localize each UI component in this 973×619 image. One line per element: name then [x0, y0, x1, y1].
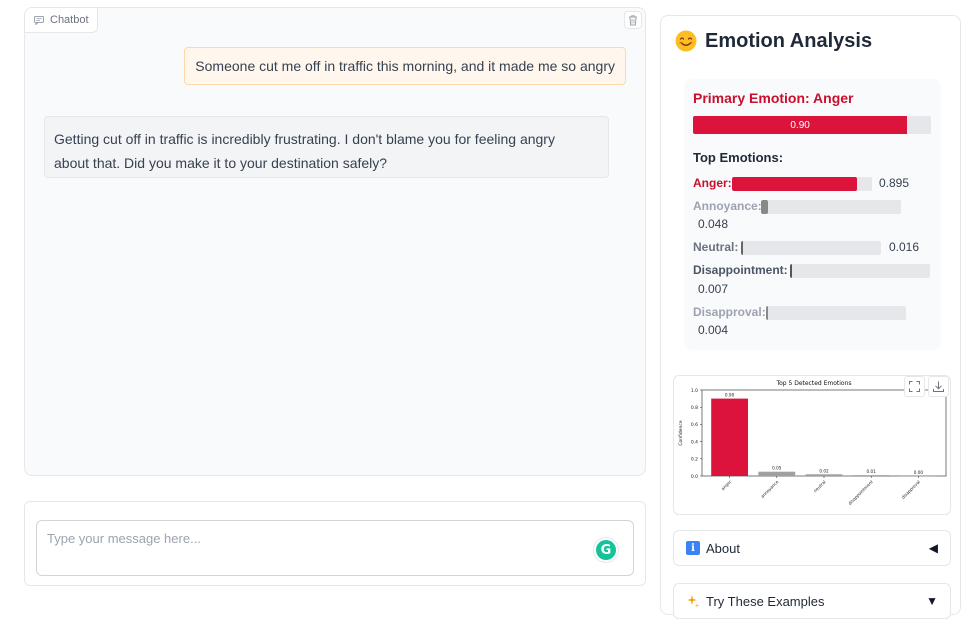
chatbot-label-text: Chatbot [50, 14, 89, 26]
emotion-value: 0.048 [698, 217, 729, 231]
plot-toolbar [904, 376, 949, 397]
about-accordion[interactable]: i About ◀ [673, 530, 951, 566]
x-tick-label: anger [720, 479, 732, 491]
top-emotions-title: Top Emotions: [693, 150, 784, 165]
fullscreen-icon [909, 381, 920, 392]
emotion-bar [732, 177, 872, 191]
collapse-arrow-icon: ◀ [928, 541, 938, 555]
emotion-analysis-title: Emotion Analysis [705, 29, 873, 52]
chart-bar [805, 474, 843, 476]
emotion-summary-card: Primary Emotion: Anger 0.90 Top Emotions… [684, 79, 941, 350]
clear-chat-button[interactable] [624, 11, 642, 29]
bot-message-line-2: about that. Did you make it to your dest… [54, 155, 388, 171]
y-tick-label: 0.6 [691, 422, 698, 428]
x-tick-label: neutral [813, 479, 827, 493]
sparkles-icon [687, 595, 700, 608]
emotion-label: Disappointment: [693, 263, 788, 277]
user-message: Someone cut me off in traffic this morni… [184, 47, 626, 85]
y-tick-label: 1.0 [691, 388, 698, 394]
about-accordion-label: About [706, 540, 740, 556]
expand-arrow-icon: ▼ [926, 594, 938, 608]
chart-bar [852, 475, 890, 476]
chart-title: Top 5 Detected Emotions [775, 380, 851, 387]
download-button[interactable] [928, 376, 949, 397]
emotion-value: 0.004 [698, 323, 729, 337]
emotion-bar-fill [766, 306, 769, 320]
chart-bar [711, 398, 749, 476]
emotion-bar [766, 306, 906, 320]
y-tick-label: 0.4 [691, 439, 698, 445]
emotion-row-anger: Anger: 0.895 [693, 176, 933, 192]
bar-value-label: 0.00 [914, 470, 924, 475]
smiling-face-icon [675, 30, 697, 52]
emotion-label: Neutral: [693, 240, 739, 254]
emotion-value: 0.007 [698, 282, 729, 296]
bot-message: Getting cut off in traffic is incredibly… [44, 116, 609, 178]
x-tick-label: disappointment [847, 479, 874, 506]
bar-value-label: 0.02 [819, 468, 829, 473]
emotion-bar [761, 200, 901, 214]
emotion-row-neutral: Neutral: 0.016 [693, 240, 933, 256]
primary-emotion-value: 0.90 [790, 119, 810, 131]
chat-bubble-icon [34, 15, 44, 25]
info-icon: i [686, 541, 700, 555]
emotion-bar [790, 264, 930, 278]
examples-accordion[interactable]: Try These Examples ▼ [673, 583, 951, 619]
emotion-label: Anger: [693, 176, 732, 190]
fullscreen-button[interactable] [904, 376, 925, 397]
chatbot-panel: Chatbot Someone cut me off in traffic th… [24, 7, 646, 476]
y-tick-label: 0.2 [691, 457, 698, 463]
emotion-bar-fill [761, 200, 768, 214]
emotion-bar-fill [790, 264, 793, 278]
emotion-row-disapproval: Disapproval: 0.004 [693, 305, 933, 341]
y-axis-label: Confidence [678, 420, 684, 446]
emotion-bar-fill [732, 177, 858, 191]
emotion-bar-fill [741, 241, 744, 255]
primary-emotion-bar: 0.90 [693, 116, 931, 134]
y-tick-label: 0.8 [691, 405, 698, 411]
y-tick-label: 0.0 [691, 474, 698, 480]
message-input-panel: G [24, 501, 646, 586]
x-tick-label: annoyance [760, 479, 780, 499]
primary-emotion-label: Primary Emotion: Anger [693, 90, 854, 106]
primary-emotion-bar-fill: 0.90 [693, 116, 908, 134]
emotion-row-disappointment: Disappointment: 0.007 [693, 263, 933, 299]
bar-value-label: 0.05 [772, 466, 782, 471]
emotion-value: 0.895 [879, 176, 910, 190]
x-tick-label: disapproval [900, 479, 921, 500]
analysis-column: Emotion Analysis Primary Emotion: Anger … [660, 15, 961, 619]
emotion-label: Annoyance: [693, 199, 762, 213]
grammarly-button[interactable]: G [593, 537, 619, 563]
emotion-row-annoyance: Annoyance: 0.048 [693, 199, 933, 235]
download-icon [933, 381, 944, 392]
chatbot-label: Chatbot [25, 8, 98, 33]
emotion-value: 0.016 [889, 240, 920, 254]
emotion-label: Disapproval: [693, 305, 766, 319]
bar-value-label: 0.90 [725, 393, 735, 398]
examples-accordion-label: Try These Examples [706, 593, 825, 609]
chart-bar [758, 471, 796, 476]
trash-icon [629, 14, 637, 25]
bot-message-line-1: Getting cut off in traffic is incredibly… [54, 131, 555, 147]
bar-value-label: 0.01 [867, 469, 877, 474]
emotion-chart-panel: Top 5 Detected Emotions 0.0 0.2 0.4 0.6 0.8 1.… [673, 375, 951, 515]
grammarly-icon: G [596, 540, 616, 560]
user-message-text: Someone cut me off in traffic this morni… [195, 58, 615, 74]
emotion-bar [741, 241, 881, 255]
message-input[interactable] [36, 520, 634, 576]
emotion-analysis-heading: Emotion Analysis [675, 27, 872, 55]
